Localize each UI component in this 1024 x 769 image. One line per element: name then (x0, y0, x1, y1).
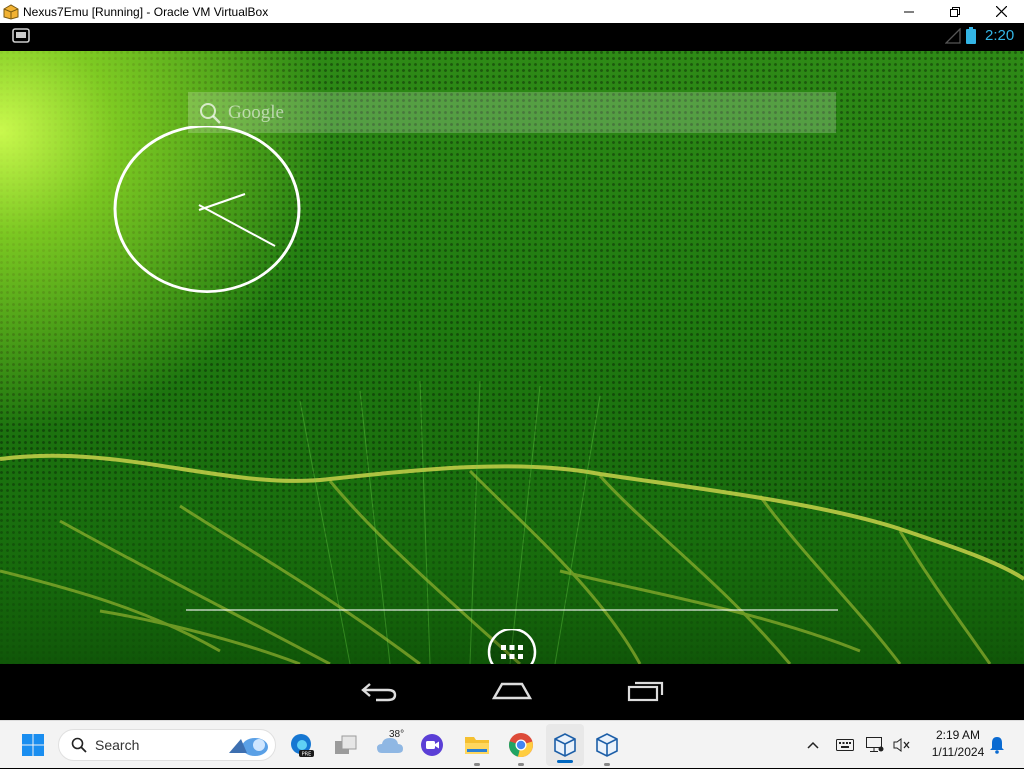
chrome-taskbar-item[interactable] (504, 721, 538, 769)
volume-button[interactable] (891, 721, 913, 769)
back-icon[interactable] (360, 680, 398, 702)
edge-beta-taskbar-item[interactable]: PRE (286, 721, 318, 769)
status-bar-clock: 2:20 (985, 27, 1015, 44)
system-date: 1/11/2024 (931, 745, 985, 759)
notification-bell-icon (990, 737, 1004, 754)
network-icon (866, 737, 884, 752)
virtualbox-icon (554, 733, 576, 757)
minimize-icon (904, 11, 914, 12)
screenshot-notification-icon[interactable] (12, 28, 30, 44)
show-hidden-icons-button[interactable] (802, 721, 824, 769)
windows-taskbar: Search PRE 38° 2:19 AM 1/11/2024 (0, 720, 1024, 768)
search-placeholder: Google (228, 101, 284, 123)
keyboard-icon (836, 739, 854, 751)
analog-clock-widget[interactable] (112, 126, 302, 296)
svg-text:PRE: PRE (302, 752, 312, 758)
search-highlight-icon (229, 738, 268, 756)
active-indicator (557, 760, 573, 763)
no-signal-icon (945, 28, 961, 44)
clock-hour-hand (198, 204, 276, 247)
network-button[interactable] (864, 721, 886, 769)
search-icon (198, 101, 222, 125)
start-button[interactable] (14, 721, 52, 769)
home-screen-wallpaper: Google (0, 51, 1024, 675)
system-clock[interactable]: 2:19 AM 1/11/2024 (920, 727, 996, 761)
task-view-taskbar-item[interactable] (330, 721, 362, 769)
task-view-icon (335, 735, 357, 754)
search-icon (71, 737, 87, 753)
minimize-button[interactable] (886, 0, 932, 23)
close-button[interactable] (978, 0, 1024, 23)
system-time: 2:19 AM (935, 728, 981, 742)
edge-beta-icon: PRE (291, 734, 314, 758)
close-icon (995, 6, 1007, 17)
virtualbox-manager-taskbar-item[interactable] (590, 721, 624, 769)
home-icon[interactable] (492, 680, 532, 702)
running-indicator (518, 763, 524, 766)
chevron-up-icon (807, 741, 819, 749)
taskbar-search-label: Search (95, 737, 140, 753)
restore-button[interactable] (932, 0, 978, 23)
file-explorer-icon (465, 737, 489, 754)
battery-icon (966, 27, 976, 44)
clipchamp-icon (421, 734, 443, 756)
android-screen[interactable]: 2:20 Google (0, 23, 1024, 720)
start-icon (22, 734, 44, 756)
android-navigation-bar (0, 664, 1024, 720)
window-title-bar: Nexus7Emu [Running] - Oracle VM VirtualB… (0, 0, 1024, 23)
restore-icon (950, 6, 960, 17)
file-explorer-taskbar-item[interactable] (460, 721, 494, 769)
recent-apps-icon[interactable] (627, 680, 665, 702)
clipchamp-taskbar-item[interactable] (416, 721, 448, 769)
virtualbox-app-icon (3, 3, 19, 20)
running-indicator (474, 763, 480, 766)
window-title: Nexus7Emu [Running] - Oracle VM VirtualB… (23, 4, 269, 19)
virtualbox-vm-taskbar-item[interactable] (546, 724, 584, 766)
dock-divider (186, 609, 838, 611)
running-indicator (604, 763, 610, 766)
virtualbox-icon-2 (596, 733, 618, 757)
touch-keyboard-button[interactable] (834, 721, 856, 769)
taskbar-search-box[interactable]: Search (58, 729, 276, 761)
chrome-icon (508, 733, 533, 757)
android-status-bar: 2:20 (0, 23, 1024, 51)
notifications-button[interactable] (986, 721, 1008, 769)
weather-temperature: 38° (389, 729, 405, 740)
volume-muted-icon (893, 738, 910, 752)
